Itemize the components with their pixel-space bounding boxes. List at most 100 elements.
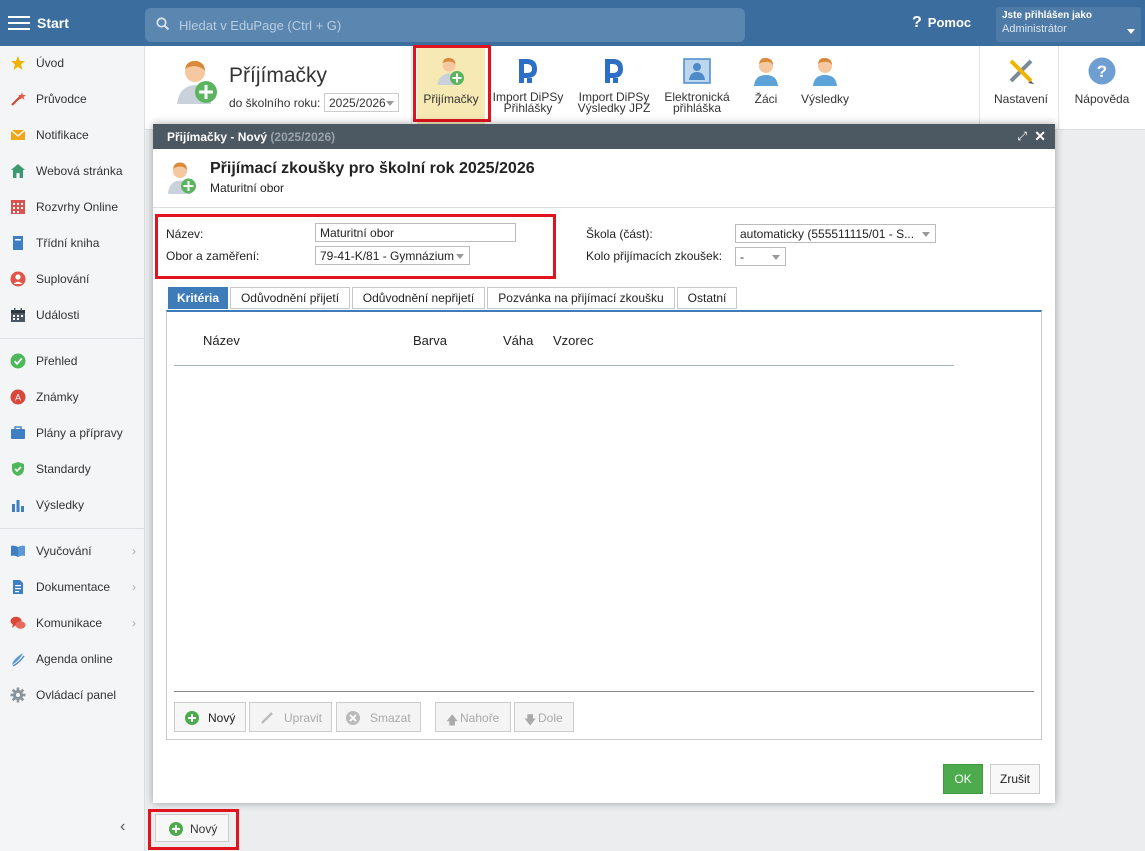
grade-icon: A <box>10 389 26 405</box>
panel-divider <box>174 691 1034 692</box>
move-down-button[interactable]: 🡇 Dole <box>514 702 574 732</box>
obor-select[interactable]: 79-41-K/81 - Gymnázium <box>315 246 470 265</box>
cancel-button[interactable]: Zrušit <box>990 764 1040 794</box>
move-up-button[interactable]: 🡅 Nahoře <box>435 702 511 732</box>
toolbar-label-line1: Nápověda <box>1074 92 1130 106</box>
collapse-sidebar-button[interactable]: ‹ <box>120 818 125 836</box>
toolbar-elektronicka-prihlaska-button[interactable]: Elektronická přihláška <box>660 48 734 126</box>
school-select[interactable]: automaticky (555511115/01 - S... <box>735 224 936 243</box>
sidebar-item-webova-stranka[interactable]: Webová stránka <box>0 154 144 188</box>
round-value: - <box>740 250 744 264</box>
tab-oduvodneni-neprijeti[interactable]: Odůvodnění nepřijetí <box>352 287 485 309</box>
ok-button[interactable]: OK <box>943 764 983 794</box>
new-admission-label: Nový <box>190 822 218 836</box>
toolbar-zaci-button[interactable]: Žáci <box>742 48 790 126</box>
sidebar-item-dokumentace[interactable]: Dokumentace › <box>0 570 144 604</box>
toolbar-import-dipsy-vysledky-button[interactable]: Import DiPSy Výsledky JPZ <box>575 48 653 126</box>
sidebar-item-prehled[interactable]: Přehled <box>0 344 144 378</box>
sidebar-item-rozvrhy-online[interactable]: Rozvrhy Online <box>0 190 144 224</box>
toolbar-divider <box>979 46 980 130</box>
toolbar-label: Nastavení <box>988 93 1054 105</box>
help-label: Pomoc <box>927 15 972 30</box>
sidebar-item-tridni-kniha[interactable]: Třídní kniha <box>0 226 144 260</box>
student-icon <box>754 57 778 86</box>
dialog-heading: Přijímací zkoušky pro školní rok 2025/20… <box>210 160 535 177</box>
tab-kriteria[interactable]: Kritéria <box>168 287 228 309</box>
toolbar-vysledky-button[interactable]: Výsledky <box>797 48 853 126</box>
toolbar-nastaveni-button[interactable]: Nastavení <box>988 48 1054 126</box>
new-criterion-label: Nový <box>208 711 236 725</box>
sidebar-item-label: Ovládací panel <box>36 688 117 702</box>
column-header-barva[interactable]: Barva <box>413 333 447 348</box>
sidebar-item-label: Notifikace <box>36 128 89 142</box>
toolbar-napoveda-button[interactable]: ? Nápověda <box>1067 48 1137 126</box>
criteria-panel: Název Barva Váha Vzorec Nový Upravit Sma… <box>166 310 1042 740</box>
round-select[interactable]: - <box>735 247 786 266</box>
arrow-up-icon: 🡅 <box>446 713 459 727</box>
new-admission-dialog: Přijímačky - Nový (2025/2026) ⤢ ✕ Přijím… <box>153 124 1055 803</box>
sidebar-item-ovladaci-panel[interactable]: Ovládací panel <box>0 678 144 712</box>
sidebar-item-suplovani[interactable]: Suplování <box>0 262 144 296</box>
sidebar-item-agenda-online[interactable]: Agenda online <box>0 642 144 676</box>
toolbar-label-line1: Výsledky <box>800 92 850 106</box>
chevron-right-icon: › <box>132 580 136 594</box>
column-header-vaha[interactable]: Váha <box>503 333 533 348</box>
toolbar-import-dipsy-prihlasky-button[interactable]: Import DiPSy Přihlášky <box>491 48 565 126</box>
toolbar-divider <box>1058 46 1059 130</box>
user-menu[interactable]: Jste přihlášen jako Administrátor <box>996 7 1141 42</box>
name-input[interactable] <box>315 223 516 242</box>
sidebar-item-udalosti[interactable]: Události <box>0 298 144 332</box>
column-header-nazev[interactable]: Název <box>203 333 240 348</box>
sidebar-item-znamky[interactable]: A Známky <box>0 380 144 414</box>
delete-criterion-label: Smazat <box>370 711 411 725</box>
search-input[interactable] <box>179 15 719 35</box>
book-icon <box>13 236 23 250</box>
svg-text:A: A <box>15 393 21 403</box>
search-box[interactable] <box>145 8 745 42</box>
close-icon[interactable]: ✕ <box>1034 128 1046 145</box>
menu-icon[interactable] <box>8 12 30 32</box>
school-value: automaticky (555511115/01 - S... <box>740 227 915 241</box>
toolbar-label: Elektronická přihláška <box>660 91 734 114</box>
toolbar-prijimacky-button[interactable]: Přijímačky <box>417 48 485 126</box>
document-icon <box>13 580 23 594</box>
school-year-select[interactable]: 2025/2026 <box>324 93 399 112</box>
tab-oduvodneni-prijeti[interactable]: Odůvodnění přijetí <box>230 287 350 309</box>
tab-ostatni[interactable]: Ostatní <box>677 287 737 309</box>
new-criterion-button[interactable]: Nový <box>174 702 246 732</box>
x-circle-icon <box>346 711 360 725</box>
user-caption: Jste přihlášen jako <box>1002 10 1093 21</box>
chevron-down-icon <box>922 232 930 237</box>
name-label: Název: <box>166 227 204 241</box>
sidebar-item-standardy[interactable]: Standardy <box>0 452 144 486</box>
sidebar-item-vyucovani[interactable]: Vyučování › <box>0 534 144 568</box>
sidebar-item-pruvodce[interactable]: Průvodce <box>0 82 144 116</box>
help-link[interactable]: ? Pomoc <box>912 14 971 32</box>
new-admission-button[interactable]: Nový <box>155 814 229 842</box>
toolbar-label-line1: Přijímačky <box>423 92 479 106</box>
pen-icon <box>12 653 25 667</box>
sidebar-item-vysledky[interactable]: Výsledky <box>0 488 144 522</box>
sidebar-item-label: Standardy <box>36 462 91 476</box>
delete-criterion-button[interactable]: Smazat <box>336 702 421 732</box>
tab-pozvanka[interactable]: Pozvánka na přijímací zkoušku <box>487 287 675 309</box>
sidebar-item-komunikace[interactable]: Komunikace › <box>0 606 144 640</box>
column-header-vzorec[interactable]: Vzorec <box>553 333 593 348</box>
sidebar-item-label: Plány a přípravy <box>36 426 123 440</box>
student-results-icon <box>813 57 837 86</box>
sidebar-item-uvod[interactable]: Úvod <box>0 46 144 80</box>
toolbar-label-line1: Žáci <box>754 92 778 106</box>
sidebar-item-plany-a-pripravy[interactable]: Plány a přípravy <box>0 416 144 450</box>
sidebar-item-label: Dokumentace <box>36 580 111 594</box>
sidebar-item-label: Průvodce <box>36 92 87 106</box>
dipsy-logo-icon <box>519 59 537 83</box>
start-link[interactable]: Start <box>37 15 69 31</box>
sidebar-item-notifikace[interactable]: Notifikace <box>0 118 144 152</box>
sidebar-divider <box>0 338 144 339</box>
edit-criterion-button[interactable]: Upravit <box>249 702 332 732</box>
obor-label: Obor a zaměření: <box>166 249 260 263</box>
sidebar-item-label: Přehled <box>36 354 78 368</box>
toolbar-label: Přijímačky <box>417 92 485 106</box>
dialog-titlebar: Přijímačky - Nový (2025/2026) ⤢ ✕ <box>153 124 1055 149</box>
maximize-icon[interactable]: ⤢ <box>1017 129 1027 144</box>
